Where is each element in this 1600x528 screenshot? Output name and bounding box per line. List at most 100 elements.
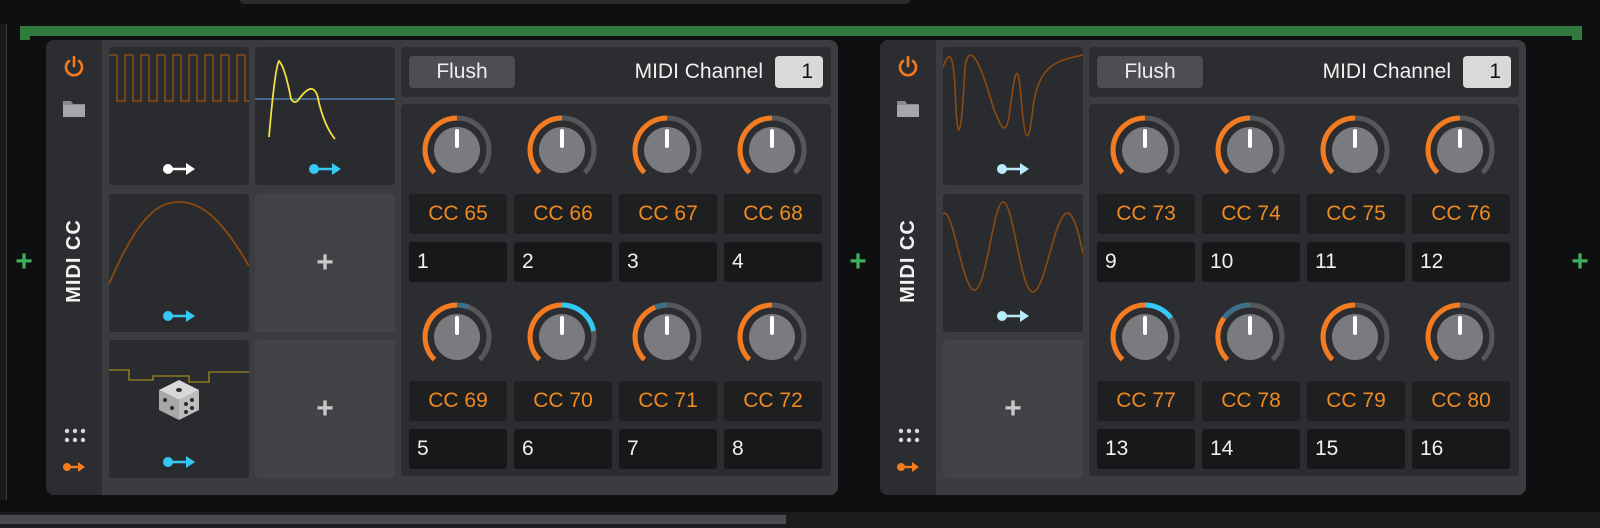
cc-knob-panel: CC 73 CC 74 CC 75 CC 76 9 10 11 12 CC 77… bbox=[1089, 104, 1519, 476]
cc-number-label[interactable]: CC 74 bbox=[1202, 194, 1300, 234]
sine-lfo-modulator[interactable] bbox=[109, 194, 249, 332]
previous-device-edge bbox=[0, 24, 7, 500]
modulation-route-icon[interactable] bbox=[161, 308, 197, 324]
midi-channel-field[interactable]: 1 bbox=[775, 56, 823, 88]
modulation-route-icon[interactable] bbox=[995, 308, 1031, 324]
cc-knob-panel: CC 65 CC 66 CC 67 CC 68 1 2 3 4 CC 69 CC… bbox=[401, 104, 831, 476]
slot-number-field[interactable]: 4 bbox=[724, 242, 822, 282]
cc-number-label[interactable]: CC 71 bbox=[619, 381, 717, 421]
slot-number-field[interactable]: 10 bbox=[1202, 242, 1300, 282]
device-chain-bar-left-cap bbox=[20, 26, 30, 40]
slot-number-field[interactable]: 9 bbox=[1097, 242, 1195, 282]
cc-knob[interactable] bbox=[1105, 110, 1185, 190]
cc-number-label[interactable]: CC 66 bbox=[514, 194, 612, 234]
cc-knob[interactable] bbox=[417, 297, 497, 377]
cc-number-label[interactable]: CC 67 bbox=[619, 194, 717, 234]
slot-number-field[interactable]: 6 bbox=[514, 429, 612, 469]
cc-knob[interactable] bbox=[627, 110, 707, 190]
folder-icon[interactable] bbox=[896, 98, 920, 118]
cc-number-label[interactable]: CC 79 bbox=[1307, 381, 1405, 421]
slot-number-field[interactable]: 2 bbox=[514, 242, 612, 282]
device-title: MIDI CC bbox=[63, 219, 85, 303]
insert-device-button[interactable]: + bbox=[12, 247, 36, 277]
device-controls-header: Flush MIDI Channel 1 bbox=[401, 47, 831, 97]
wave-modulator[interactable] bbox=[943, 194, 1083, 332]
slot-number-field[interactable]: 13 bbox=[1097, 429, 1195, 469]
slot-number-field[interactable]: 11 bbox=[1307, 242, 1405, 282]
slot-number-field[interactable]: 8 bbox=[724, 429, 822, 469]
slot-number-field[interactable]: 3 bbox=[619, 242, 717, 282]
device-header-strip: MIDI CC bbox=[880, 40, 936, 495]
flush-button[interactable]: Flush bbox=[409, 56, 515, 88]
slot-number-field[interactable]: 16 bbox=[1412, 429, 1510, 469]
slot-number-field[interactable]: 12 bbox=[1412, 242, 1510, 282]
add-modulator-button[interactable]: + bbox=[255, 194, 395, 332]
cc-knob[interactable] bbox=[732, 110, 812, 190]
cc-knob[interactable] bbox=[417, 110, 497, 190]
empty-modulator-slot[interactable]: + bbox=[255, 194, 395, 332]
cc-number-label[interactable]: CC 68 bbox=[724, 194, 822, 234]
cc-knob[interactable] bbox=[1210, 297, 1290, 377]
square-lfo-modulator[interactable] bbox=[109, 47, 249, 185]
midi-cc-device: MIDI CC + Flush MIDI Channel 1 CC 73 CC … bbox=[880, 40, 1526, 495]
midi-channel-field[interactable]: 1 bbox=[1463, 56, 1511, 88]
slot-number-field[interactable]: 7 bbox=[619, 429, 717, 469]
cc-number-label[interactable]: CC 69 bbox=[409, 381, 507, 421]
horizontal-scrollbar[interactable] bbox=[0, 512, 1600, 528]
modulation-route-icon[interactable] bbox=[995, 161, 1031, 177]
cc-knob[interactable] bbox=[1315, 110, 1395, 190]
midi-channel-label: MIDI Channel bbox=[1322, 60, 1451, 83]
modulation-route-icon[interactable] bbox=[307, 161, 343, 177]
cc-number-label[interactable]: CC 75 bbox=[1307, 194, 1405, 234]
cc-knob[interactable] bbox=[522, 110, 602, 190]
insert-device-button[interactable]: + bbox=[1568, 247, 1592, 277]
cc-number-label[interactable]: CC 65 bbox=[409, 194, 507, 234]
slot-number-field[interactable]: 14 bbox=[1202, 429, 1300, 469]
modulation-arrow-icon[interactable] bbox=[62, 460, 86, 474]
scrollbar-thumb[interactable] bbox=[0, 515, 786, 524]
envelope-modulator[interactable] bbox=[255, 47, 395, 185]
cc-number-label[interactable]: CC 73 bbox=[1097, 194, 1195, 234]
cc-number-label[interactable]: CC 72 bbox=[724, 381, 822, 421]
slot-number-field[interactable]: 1 bbox=[409, 242, 507, 282]
device-title: MIDI CC bbox=[897, 219, 919, 303]
cc-number-label[interactable]: CC 70 bbox=[514, 381, 612, 421]
cc-number-label[interactable]: CC 76 bbox=[1412, 194, 1510, 234]
folder-icon[interactable] bbox=[62, 98, 86, 118]
grid-dots-icon[interactable] bbox=[64, 428, 86, 444]
cc-knob[interactable] bbox=[732, 297, 812, 377]
cc-number-label[interactable]: CC 78 bbox=[1202, 381, 1300, 421]
cc-knob[interactable] bbox=[1210, 110, 1290, 190]
cc-knob[interactable] bbox=[1420, 297, 1500, 377]
add-modulator-button[interactable]: + bbox=[943, 340, 1083, 478]
wave-modulator[interactable] bbox=[943, 47, 1083, 185]
random-modulator[interactable] bbox=[109, 340, 249, 478]
flush-button[interactable]: Flush bbox=[1097, 56, 1203, 88]
cc-number-label[interactable]: CC 77 bbox=[1097, 381, 1195, 421]
device-header-strip: MIDI CC bbox=[46, 40, 102, 495]
cc-knob[interactable] bbox=[627, 297, 707, 377]
device-chain-bar bbox=[20, 26, 1582, 36]
slot-number-field[interactable]: 5 bbox=[409, 429, 507, 469]
insert-device-button[interactable]: + bbox=[846, 247, 870, 277]
power-icon[interactable] bbox=[896, 54, 920, 78]
grid-dots-icon[interactable] bbox=[898, 428, 920, 444]
cc-knob[interactable] bbox=[522, 297, 602, 377]
modulation-route-icon[interactable] bbox=[161, 161, 197, 177]
slot-number-field[interactable]: 15 bbox=[1307, 429, 1405, 469]
modulation-route-icon[interactable] bbox=[161, 454, 197, 470]
device-chain-bar-right-cap bbox=[1572, 26, 1582, 40]
cc-knob[interactable] bbox=[1315, 297, 1395, 377]
cc-knob[interactable] bbox=[1105, 297, 1185, 377]
empty-modulator-slot[interactable]: + bbox=[255, 340, 395, 478]
cc-number-label[interactable]: CC 80 bbox=[1412, 381, 1510, 421]
empty-modulator-slot[interactable]: + bbox=[943, 340, 1083, 478]
top-scroll-track bbox=[240, 0, 910, 4]
cc-knob[interactable] bbox=[1420, 110, 1500, 190]
device-controls-header: Flush MIDI Channel 1 bbox=[1089, 47, 1519, 97]
dice-icon bbox=[159, 380, 199, 420]
modulation-arrow-icon[interactable] bbox=[896, 460, 920, 474]
power-icon[interactable] bbox=[62, 54, 86, 78]
add-modulator-button[interactable]: + bbox=[255, 340, 395, 478]
midi-cc-device: MIDI CC + + Flush MIDI Channel 1 CC 65 C… bbox=[46, 40, 838, 495]
